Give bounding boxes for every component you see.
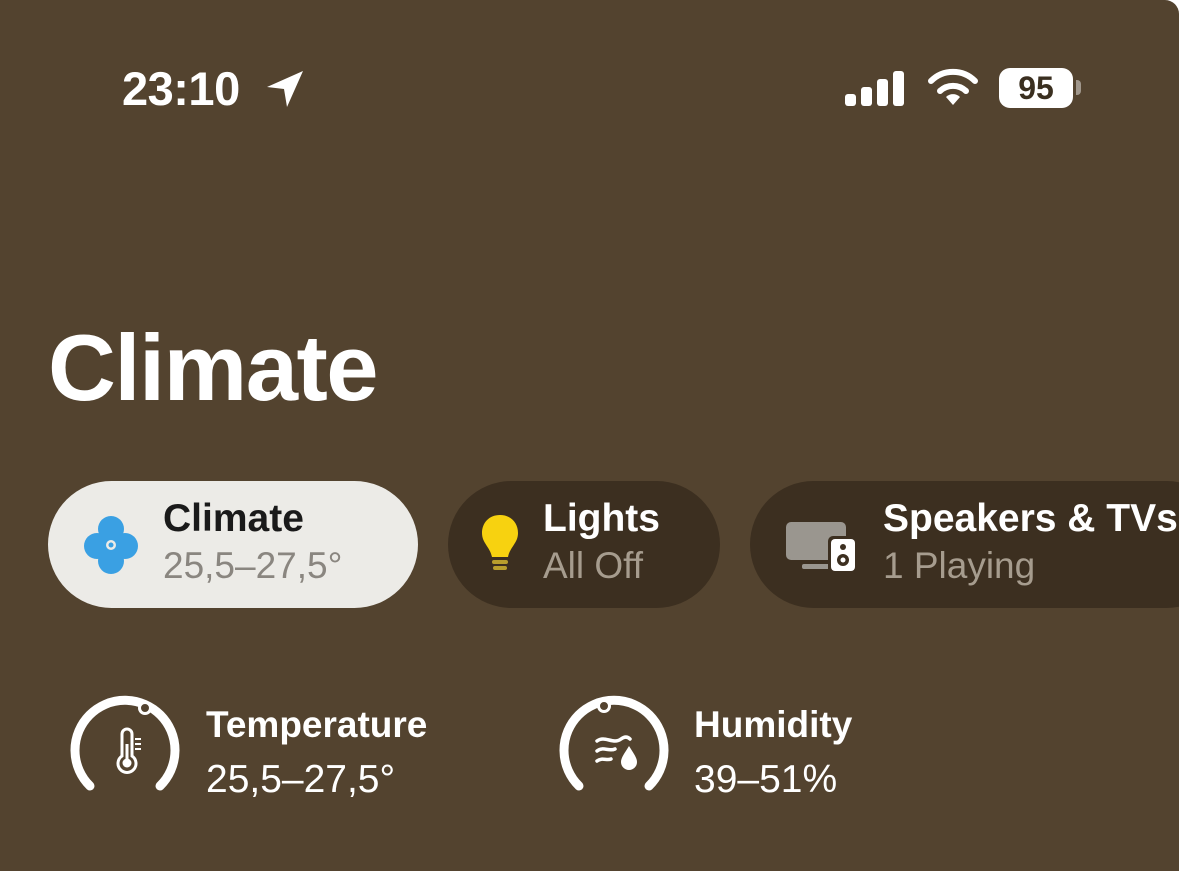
category-subtitle-climate: 25,5–27,5° <box>163 545 343 586</box>
category-subtitle-lights: All Off <box>543 545 644 586</box>
battery-percent: 95 <box>1018 70 1054 106</box>
lightbulb-icon <box>482 515 518 570</box>
battery-nub <box>1076 80 1081 95</box>
home-climate-screen: 23:10 95 Climate Climate 25,5–27,5° Ligh… <box>0 0 1179 871</box>
page-title: Climate <box>48 315 379 420</box>
sensor-title-humidity: Humidity <box>694 704 853 745</box>
category-title-lights: Lights <box>543 497 660 540</box>
category-title-climate: Climate <box>163 497 304 540</box>
cellular-signal-icon <box>845 71 904 106</box>
category-subtitle-speakers-tvs: 1 Playing <box>883 545 1036 586</box>
category-title-speakers-tvs: Speakers & TVs <box>883 497 1178 540</box>
sensor-title-temperature: Temperature <box>206 704 428 745</box>
temperature-gauge[interactable] <box>68 694 184 798</box>
tv-speaker-icon <box>786 522 858 574</box>
sensor-value-temperature: 25,5–27,5° <box>206 758 396 801</box>
sensor-value-humidity: 39–51% <box>694 758 838 801</box>
fan-icon <box>84 516 138 574</box>
status-time: 23:10 <box>122 62 240 115</box>
battery-indicator: 95 <box>999 68 1073 108</box>
thermometer-icon <box>116 727 141 774</box>
humidity-gauge[interactable] <box>557 694 673 798</box>
location-arrow-icon <box>267 71 303 107</box>
wifi-icon <box>928 68 978 105</box>
